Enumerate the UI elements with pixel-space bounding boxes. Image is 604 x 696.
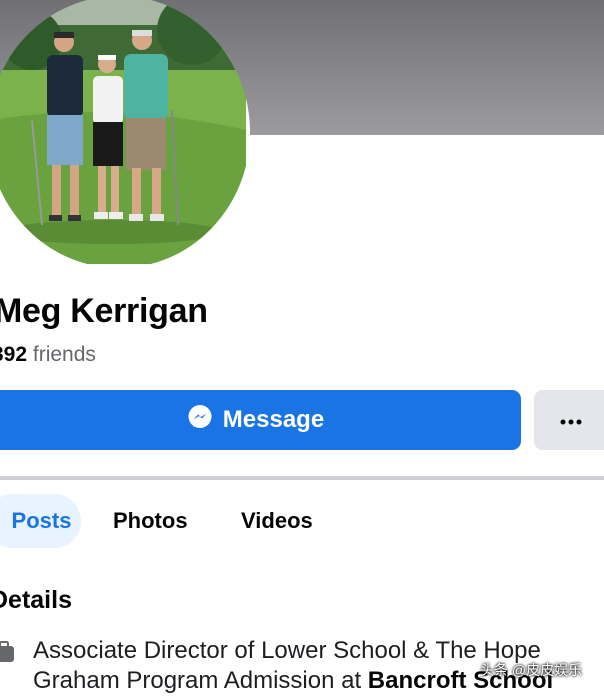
tab-photos[interactable]: Photos (113, 494, 188, 548)
more-options-button[interactable] (534, 390, 604, 450)
profile-photo-golfers (0, 0, 246, 264)
messenger-icon (187, 404, 213, 437)
tab-videos[interactable]: Videos (241, 494, 313, 548)
tab-videos-label: Videos (241, 508, 313, 533)
profile-picture[interactable] (0, 0, 250, 268)
message-button-label: Message (222, 406, 325, 433)
more-icon (560, 413, 582, 428)
tab-posts-label: Posts (11, 508, 72, 533)
details-heading: Details (0, 586, 72, 614)
profile-name: Meg Kerrigan (0, 292, 208, 330)
briefcase-icon (0, 640, 14, 669)
friends-label: friends (27, 343, 96, 366)
friends-count[interactable]: 392 friends (0, 343, 96, 367)
section-divider (0, 476, 604, 480)
watermark: 头条 @皮皮娱乐 (480, 662, 583, 678)
message-button[interactable]: Message (0, 390, 521, 450)
tab-photos-label: Photos (113, 508, 188, 533)
tab-posts[interactable]: Posts (0, 494, 81, 548)
friends-number: 392 (0, 343, 28, 366)
